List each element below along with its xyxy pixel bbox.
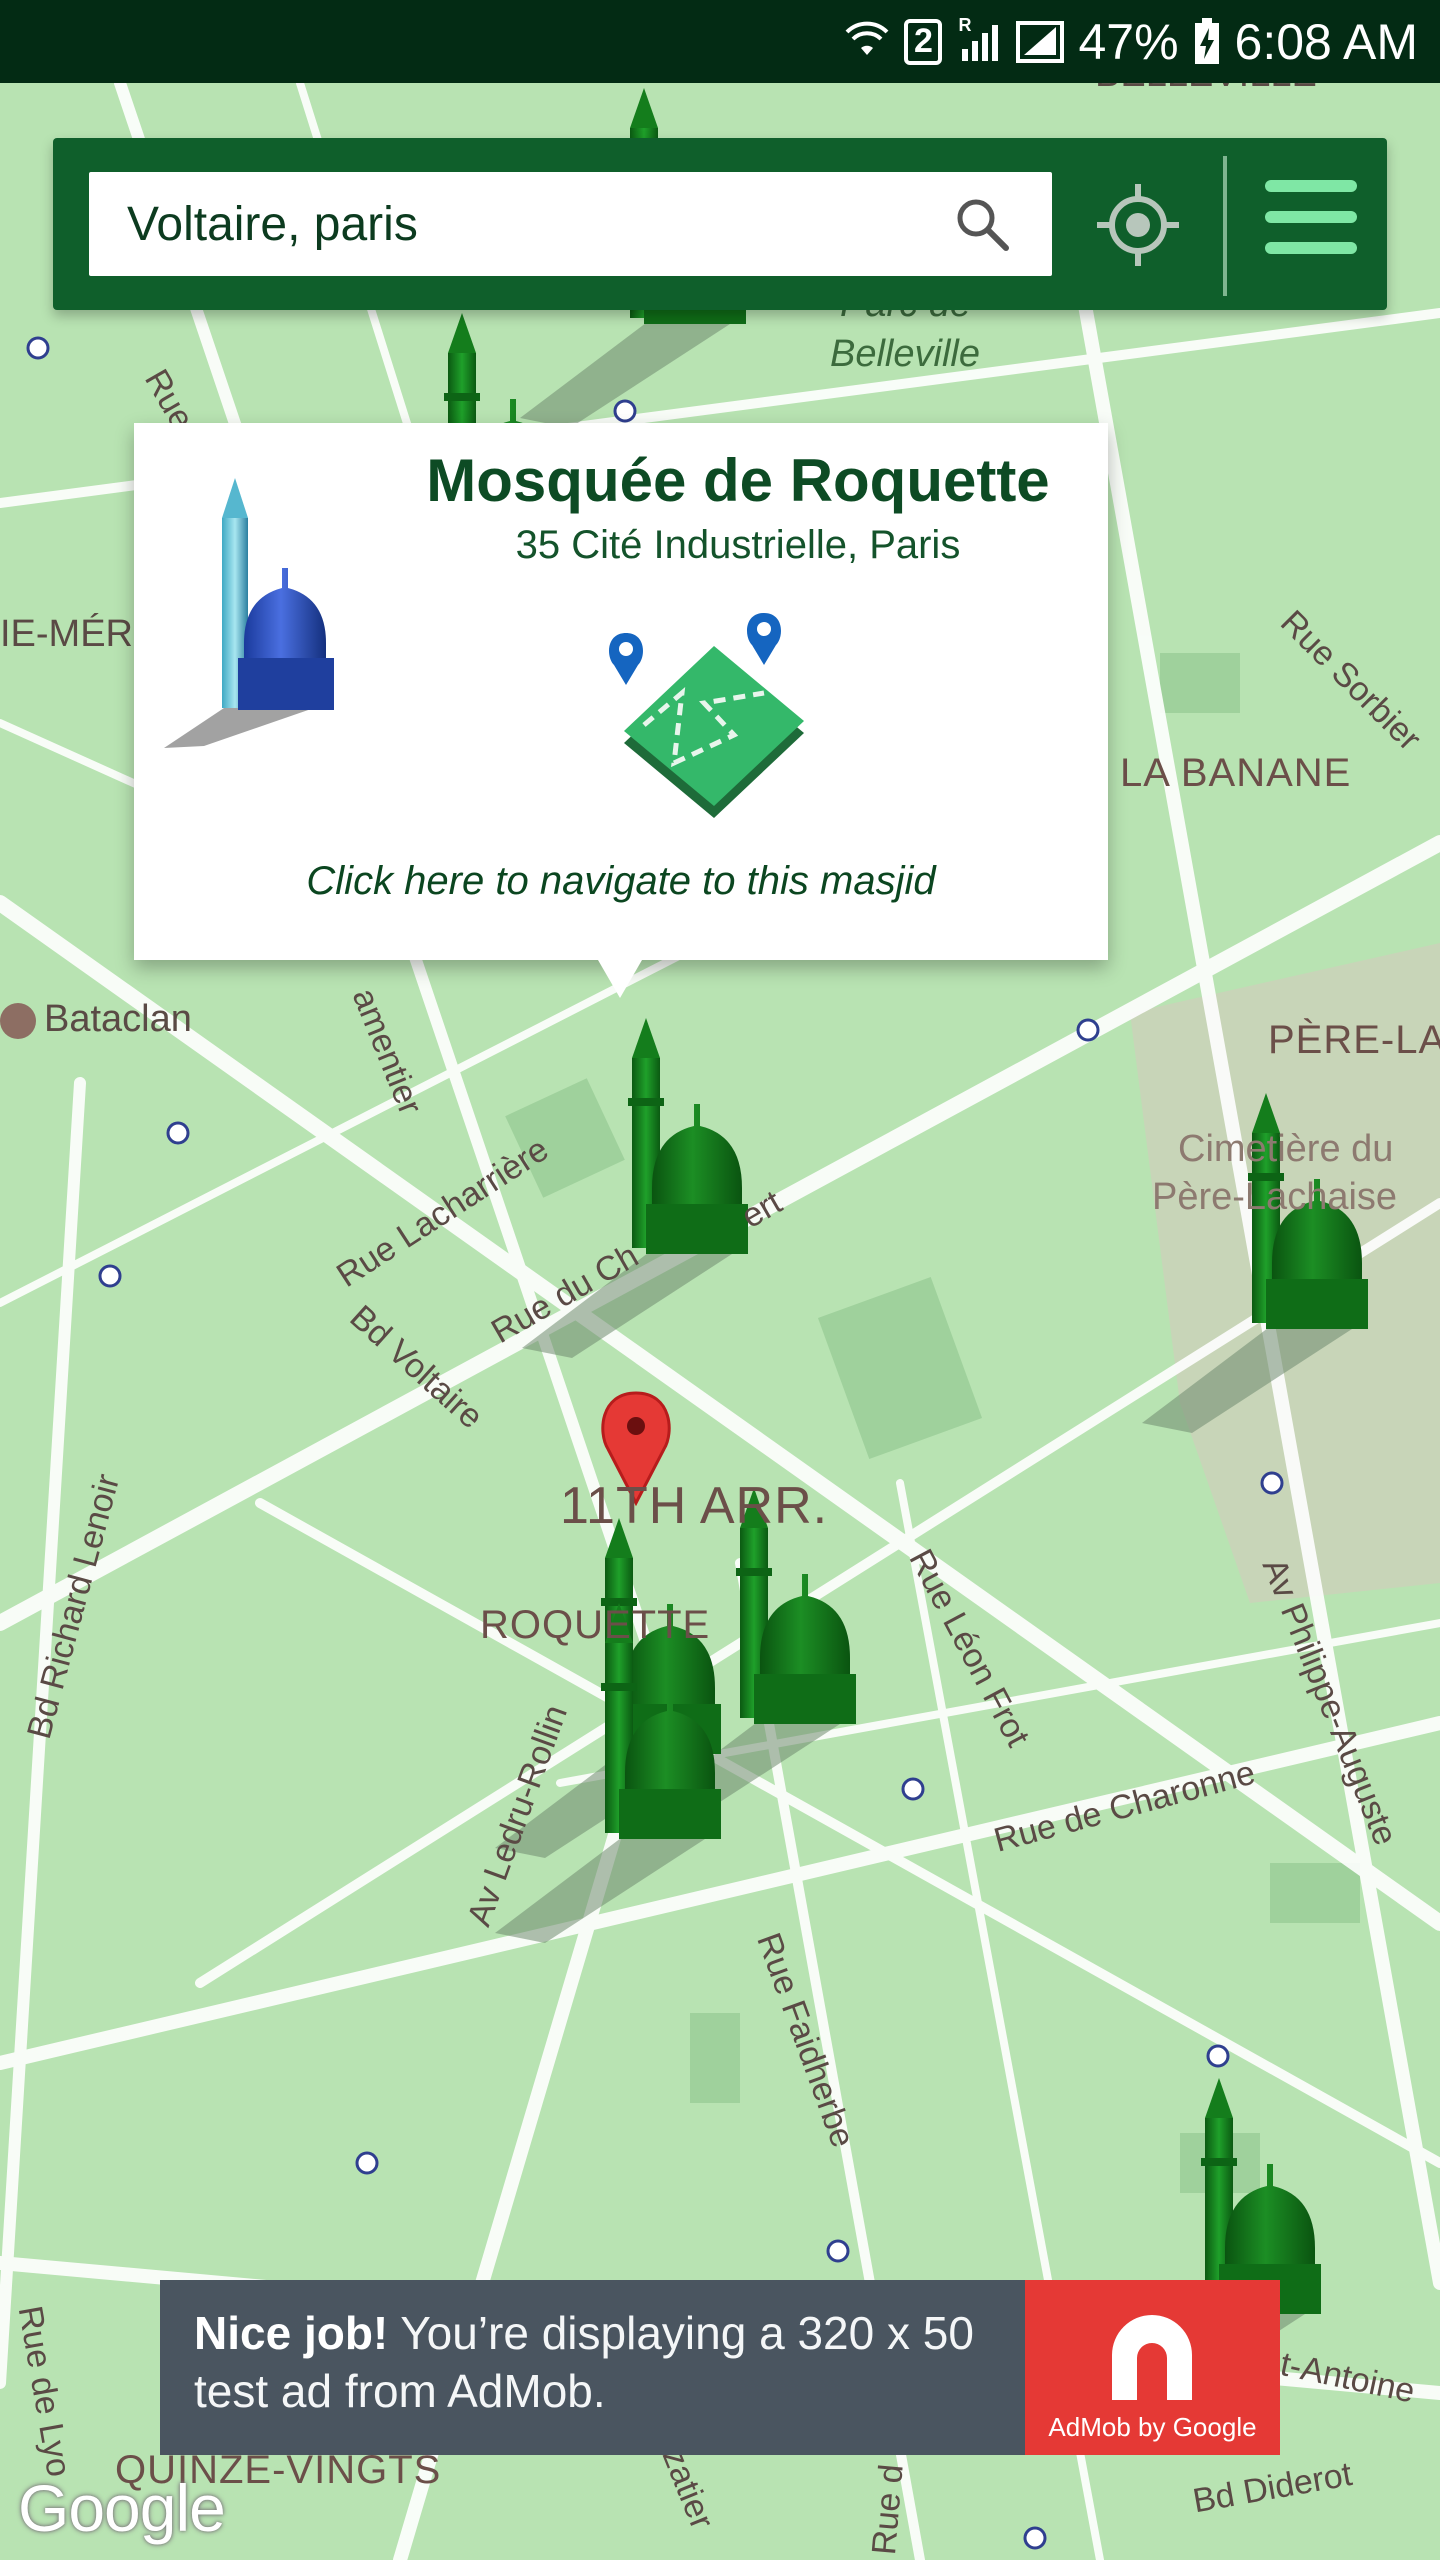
toolbar-divider <box>1223 156 1227 296</box>
map-label-la-banane: LA BANANE <box>1120 751 1352 795</box>
battery-charging-icon <box>1194 17 1219 64</box>
map-label-ie-mer: IE-MÉR <box>0 613 133 655</box>
map-label-belleville: BELLEVILLE <box>1095 83 1317 96</box>
map-label-11th-arr: 11TH ARR. <box>560 1477 829 1535</box>
status-icons: 2 R 47% 6:08 AM <box>844 0 1418 83</box>
map-label-pere-lachaise: Père-Lachaise <box>1152 1176 1398 1218</box>
map-label-pere-la: PÈRE-LA <box>1268 1018 1440 1062</box>
mosque-address: 35 Cité Industrielle, Paris <box>515 523 961 567</box>
mosque-illustration-icon <box>164 478 334 748</box>
status-bar: 2 R 47% 6:08 AM <box>0 0 1440 83</box>
navigate-to-masjid-link[interactable]: Click here to navigate to this masjid <box>134 859 1108 904</box>
wifi-icon <box>846 21 889 55</box>
sim-slot-badge: 2 <box>904 18 943 65</box>
admob-banner[interactable]: Nice job! You’re displaying a 320 x 50 t… <box>160 2280 1280 2455</box>
admob-brand: AdMob by Google <box>1048 2412 1257 2442</box>
my-location-icon[interactable] <box>1095 182 1181 268</box>
poi-bataclan[interactable]: Bataclan <box>0 998 192 1041</box>
mosque-info-window[interactable]: Mosquée de Roquette 35 Cité Industrielle… <box>134 423 1108 998</box>
sim-slot-label: 2 <box>914 22 933 60</box>
admob-icon <box>1112 2315 1192 2400</box>
clock: 6:08 AM <box>1234 13 1418 70</box>
battery-percent: 47% <box>1078 13 1179 70</box>
hamburger-menu-icon[interactable] <box>1265 180 1357 272</box>
map-label-roquette: ROQUETTE <box>480 1603 711 1647</box>
signal-icon <box>1016 20 1065 63</box>
ad-text: Nice job! You’re displaying a 320 x 50 t… <box>194 2304 994 2420</box>
top-toolbar <box>53 138 1387 310</box>
navigate-route-icon[interactable] <box>604 613 824 823</box>
map-label-rue-d: Rue d <box>865 2462 911 2557</box>
google-logo: Google <box>18 2471 226 2545</box>
mosque-name: Mosquée de Roquette <box>426 447 1050 514</box>
poi-bataclan-label: Bataclan <box>44 998 192 1040</box>
admob-logo: AdMob by Google <box>1025 2280 1280 2455</box>
search-input[interactable] <box>125 195 949 253</box>
search-box[interactable] <box>89 172 1052 276</box>
ad-bold-text: Nice job! <box>194 2307 389 2359</box>
map-label-parc-name: Belleville <box>830 333 980 375</box>
roaming-letter: R <box>958 14 972 35</box>
map-label-cimetiere: Cimetière du <box>1178 1128 1394 1170</box>
signal-roaming-icon: R <box>956 15 1002 65</box>
theater-icon <box>0 1002 36 1039</box>
search-icon[interactable] <box>952 194 1012 254</box>
